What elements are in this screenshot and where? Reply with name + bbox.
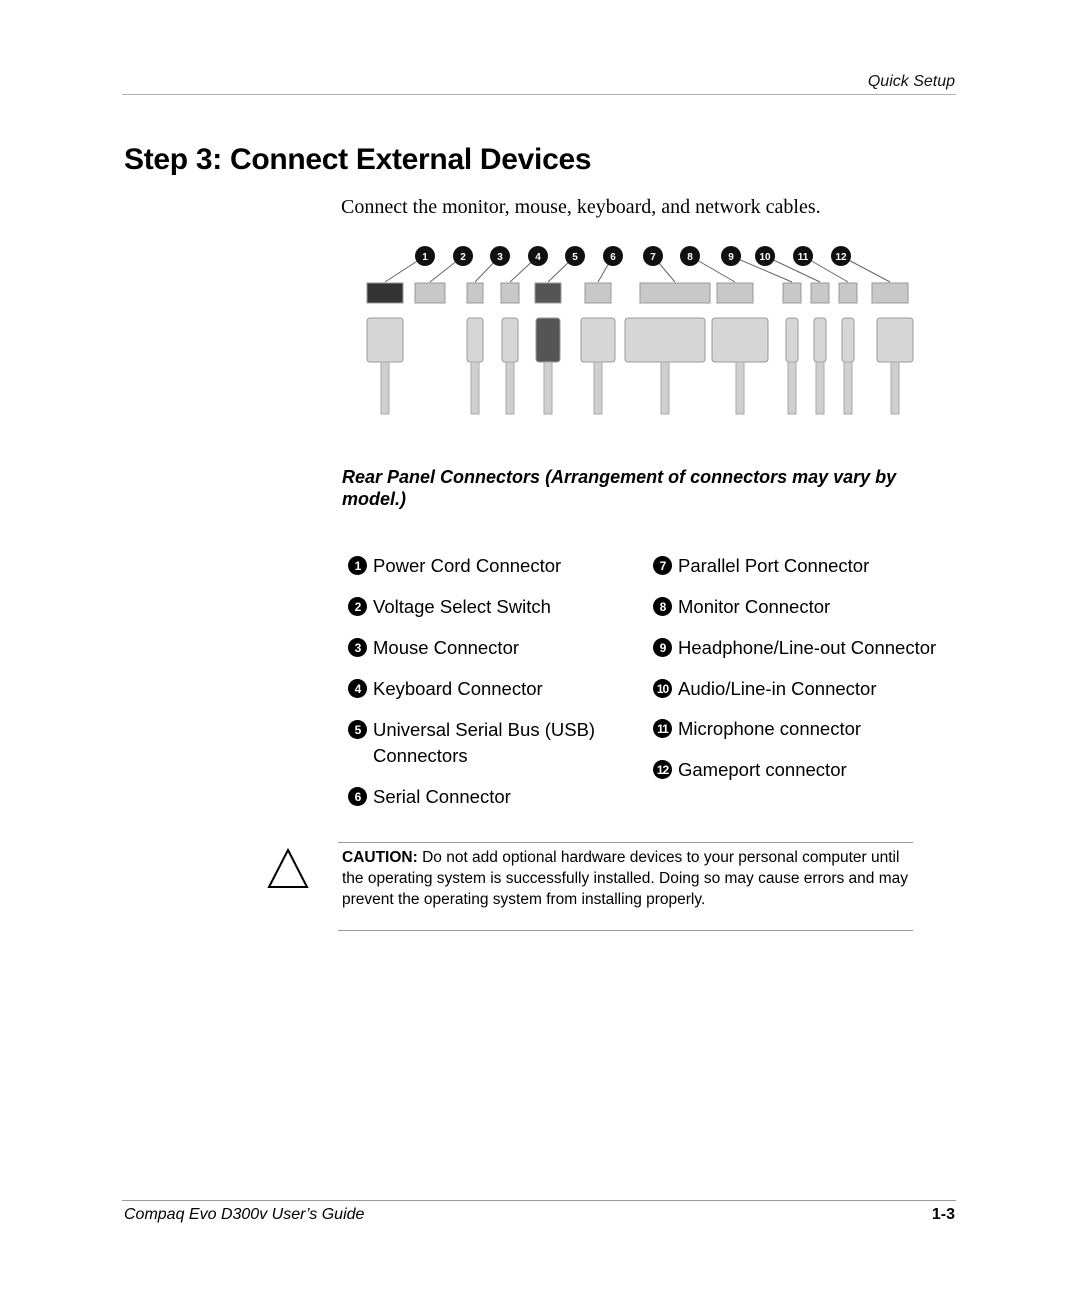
legend-item: 1 Power Cord Connector [348, 553, 638, 579]
callout-number-icon: 12 [653, 760, 672, 779]
callout-number: 8 [687, 252, 693, 263]
callout-number-icon: 7 [653, 556, 672, 575]
intro-text: Connect the monitor, mouse, keyboard, an… [341, 196, 821, 218]
callout-number: 10 [759, 252, 771, 263]
legend-item: 8 Monitor Connector [653, 594, 943, 620]
legend-label: Serial Connector [373, 786, 511, 807]
cable-cord [890, 361, 900, 415]
legend-label: Gameport connector [678, 759, 847, 780]
cable-plug [841, 317, 855, 363]
port-12 [871, 282, 909, 304]
page-title: Step 3: Connect External Devices [124, 143, 592, 176]
callout-number-icon: 6 [348, 787, 367, 806]
cable-plug [624, 317, 706, 363]
callout-number-icon: 3 [348, 638, 367, 657]
legend-right: 7 Parallel Port Connector 8 Monitor Connect… [653, 553, 943, 798]
cable-cord [505, 361, 515, 415]
legend-label: Audio/Line-in Connector [678, 678, 877, 699]
callout-number-icon: 9 [653, 638, 672, 657]
figure-caption: Rear Panel Connectors (Arrangement of co… [342, 467, 897, 509]
caution-bottom-rule [338, 930, 913, 931]
cable-plug [785, 317, 799, 363]
page-number: 1-3 [931, 1206, 955, 1223]
legend-label: Universal Serial Bus (USB) Connectors [373, 719, 596, 766]
footer-rule [122, 1200, 956, 1201]
callout-number-icon: 1 [348, 556, 367, 575]
port-6 [584, 282, 612, 304]
port-2 [414, 282, 446, 304]
cable-plug [501, 317, 519, 363]
rear-panel-connectors-figure: 1 2 3 4 5 6 7 8 9 10 11 12 [366, 246, 914, 415]
legend-label: Parallel Port Connector [678, 555, 870, 576]
caution-note: CAUTION: Do not add optional hardware de… [342, 847, 917, 910]
callout-number: 7 [650, 252, 656, 263]
legend-item: 4 Keyboard Connector [348, 676, 638, 702]
legend-label: Monitor Connector [678, 596, 831, 617]
callout-number: 4 [535, 252, 541, 263]
cable-cord [660, 361, 670, 415]
legend-label: Mouse Connector [373, 637, 520, 658]
legend-item: 11 Microphone connector [653, 716, 943, 742]
port-4 [500, 282, 520, 304]
caution-triangle-icon [267, 848, 309, 888]
callout-number-icon: 8 [653, 597, 672, 616]
port-11 [838, 282, 858, 304]
port-7 [639, 282, 711, 304]
cable-cord [593, 361, 603, 415]
legend-label: Voltage Select Switch [373, 596, 551, 617]
legend-item: 12 Gameport connector [653, 757, 943, 783]
callout-number: 3 [497, 252, 503, 263]
legend-label: Keyboard Connector [373, 678, 543, 699]
callout-number-icon: 5 [348, 720, 367, 739]
caution-body: Do not add optional hardware devices to … [342, 849, 908, 908]
callout-number: 1 [422, 252, 428, 263]
port-1 [366, 282, 404, 304]
cable-plug [876, 317, 914, 363]
legend-item: 5 Universal Serial Bus (USB) Connectors [348, 717, 638, 769]
cable-plug [366, 317, 404, 363]
port-10 [810, 282, 830, 304]
running-head: Quick Setup [867, 73, 955, 90]
legend-label: Microphone connector [678, 718, 862, 739]
callout-number-icon: 11 [653, 719, 672, 738]
callout-number-icon: 10 [653, 679, 672, 698]
legend-left: 1 Power Cord Connector 2 Voltage Select Swi… [348, 553, 638, 825]
cable-cord [843, 361, 853, 415]
cable-cord [543, 361, 553, 415]
port-9 [782, 282, 802, 304]
callout-number: 2 [460, 252, 466, 263]
cable-cord [735, 361, 745, 415]
cable-plug [813, 317, 827, 363]
cable-cord [787, 361, 797, 415]
caution-top-rule [338, 842, 913, 843]
callout-number: 6 [610, 252, 616, 263]
callout-number-icon: 2 [348, 597, 367, 616]
cable-cord [470, 361, 480, 415]
cable-plug [711, 317, 769, 363]
callout-number-icon: 4 [348, 679, 367, 698]
legend-label: Power Cord Connector [373, 555, 562, 576]
cable-cord [815, 361, 825, 415]
legend-item: 7 Parallel Port Connector [653, 553, 943, 579]
footer-title: Compaq Evo D300v User’s Guide [124, 1206, 365, 1223]
cable-plug [535, 317, 561, 363]
legend-item: 2 Voltage Select Switch [348, 594, 638, 620]
legend-item: 10 Audio/Line-in Connector [653, 676, 943, 702]
port-5 [534, 282, 562, 304]
legend-item: 6 Serial Connector [348, 784, 638, 810]
callout-number: 11 [798, 252, 809, 263]
legend-item: 3 Mouse Connector [348, 635, 638, 661]
caution-label: CAUTION: [342, 849, 418, 866]
legend-item: 9 Headphone/Line-out Connector [653, 635, 943, 661]
legend-label: Headphone/Line-out Connector [678, 637, 937, 658]
header-rule [122, 94, 956, 95]
callout-number: 5 [572, 252, 578, 263]
callout-number: 9 [728, 252, 734, 263]
cable-plug [580, 317, 616, 363]
cable-cord [380, 361, 390, 415]
cable-plug [466, 317, 484, 363]
port-3 [466, 282, 484, 304]
port-8 [716, 282, 754, 304]
callout-number: 12 [835, 252, 847, 263]
